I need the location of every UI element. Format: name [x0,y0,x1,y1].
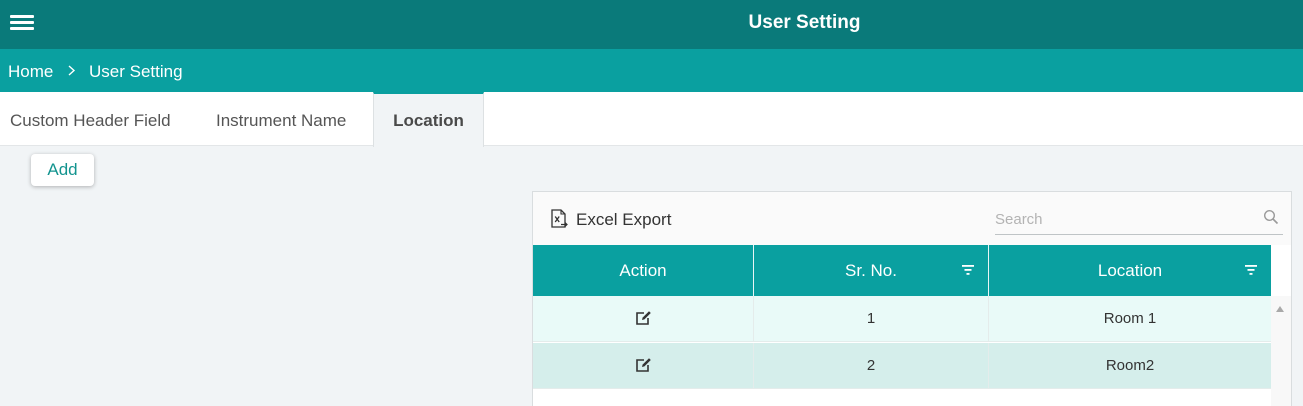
edit-icon[interactable] [635,310,652,326]
tab-instrument-name[interactable]: Instrument Name [216,92,346,146]
table-row: 1 Room 1 [533,296,1271,342]
search-input[interactable] [995,205,1253,233]
breadcrumb-current: User Setting [89,62,183,81]
action-cell [533,296,754,342]
column-header-sr-no[interactable]: Sr. No. [754,245,989,296]
search-box [995,205,1283,235]
location-cell: Room2 [1105,357,1155,374]
scroll-up-arrow-icon[interactable] [1276,306,1284,312]
search-icon[interactable] [1263,209,1279,225]
column-header-action[interactable]: Action [533,245,754,296]
column-header-label: Action [619,261,667,280]
grid-header-row: Action Sr. No. Location [533,245,1271,296]
sr-no-cell: 1 [754,296,989,342]
hamburger-menu-icon[interactable] [10,13,35,33]
tab-bar: Custom Header Field Instrument Name Loca… [0,92,1303,147]
breadcrumb-home-link[interactable]: Home [8,62,53,82]
column-header-label: Sr. No. [845,261,897,280]
sr-no-cell: 2 [754,343,989,389]
add-button[interactable]: Add [31,154,94,186]
table-row: 2 Room2 [533,343,1271,389]
location-cell: Room 1 [1103,310,1157,327]
tab-custom-header-field[interactable]: Custom Header Field [10,92,171,146]
vertical-scrollbar[interactable] [1271,296,1291,406]
filter-icon[interactable] [962,265,974,275]
column-header-label: Location [1097,261,1163,280]
column-header-location[interactable]: Location [989,245,1271,296]
grid-toolbar: Excel Export [533,192,1291,245]
page-title: User Setting [748,12,861,33]
menu-bar [10,21,34,24]
location-grid: Excel Export Action Sr. No. Location [532,191,1292,406]
excel-export-label: Excel Export [576,210,672,229]
filter-icon[interactable] [1245,265,1257,275]
chevron-right-icon [68,65,76,76]
menu-bar [10,15,34,18]
edit-icon[interactable] [635,357,652,373]
menu-bar [10,27,34,30]
excel-export-icon [551,209,568,228]
tab-location[interactable]: Location [373,92,484,147]
breadcrumb: Home User Setting [0,49,1303,92]
action-cell [533,343,754,389]
app-header: User Setting [0,0,1303,49]
